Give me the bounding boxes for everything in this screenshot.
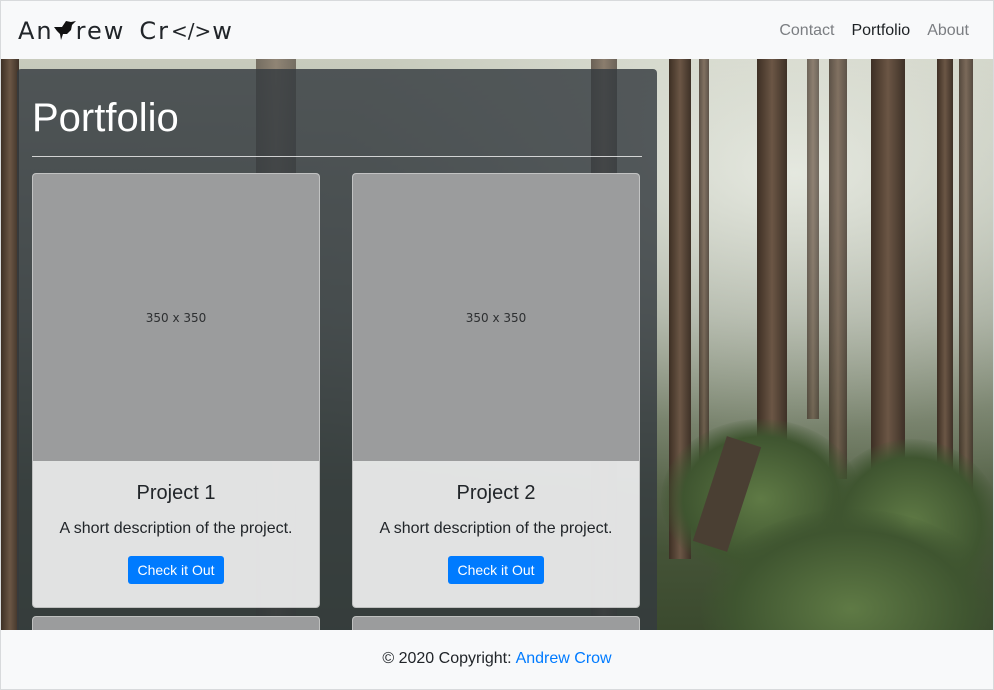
check-it-out-button[interactable]: Check it Out [128,556,224,584]
project-card-partial [32,616,320,630]
brand-text-3: Cr [139,16,170,45]
crow-icon [53,20,76,40]
brand-text-1: An [18,16,54,45]
project-card-partial [352,616,640,630]
navbar: An rew Cr </> w Contact Portfolio About [1,2,993,59]
footer: © 2020 Copyright: Andrew Crow [1,630,993,687]
check-it-out-button[interactable]: Check it Out [448,556,544,584]
footer-author-link[interactable]: Andrew Crow [516,650,612,668]
project-thumbnail: 350 x 350 [353,174,639,461]
code-icon: </> [171,18,212,43]
nav-links: Contact Portfolio About [779,22,969,40]
project-thumbnail [33,617,319,630]
page-title: Portfolio [32,96,179,140]
nav-about[interactable]: About [927,22,969,40]
project-description: A short description of the project. [59,520,293,537]
nav-portfolio[interactable]: Portfolio [851,22,910,40]
project-thumbnail: 350 x 350 [33,174,319,461]
copyright-text: © 2020 Copyright: [382,649,512,667]
title-divider [32,156,642,157]
project-title: Project 2 [456,482,536,504]
brand-text-4: w [212,16,234,45]
brand-text-2: rew [75,16,126,45]
nav-contact[interactable]: Contact [779,22,834,40]
project-card: 350 x 350 Project 1 A short description … [32,173,320,608]
project-thumbnail [353,617,639,630]
project-description: A short description of the project. [379,520,613,537]
portfolio-panel: Portfolio 350 x 350 Project 1 A short de… [17,69,657,630]
project-card: 350 x 350 Project 2 A short description … [352,173,640,608]
brand-logo[interactable]: An rew Cr </> w [18,17,234,45]
project-title: Project 1 [136,482,216,504]
